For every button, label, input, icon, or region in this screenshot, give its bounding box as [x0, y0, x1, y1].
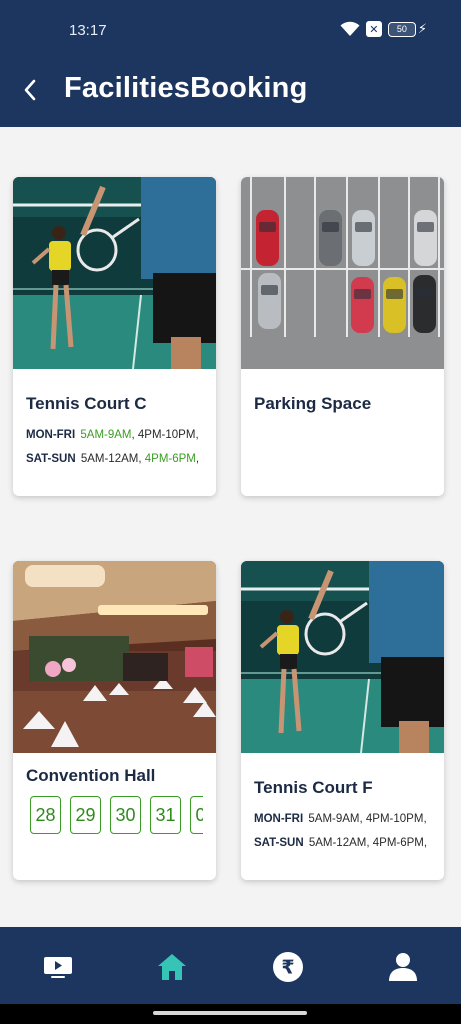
- tv-play-icon: [44, 957, 72, 978]
- rupee-icon: ₹: [273, 952, 303, 982]
- schedule-weekend: SAT-SUN 5AM-12AM, 4PM-6PM,: [26, 453, 200, 465]
- time-slot[interactable]: 5AM-12AM: [81, 453, 139, 465]
- time-slot[interactable]: 5AM-9AM: [308, 813, 359, 825]
- facility-card-parking-space[interactable]: Parking Space: [241, 177, 444, 496]
- facility-name: Tennis Court C: [26, 394, 147, 413]
- status-icons: ✕ 50 ⚡: [340, 21, 427, 37]
- date-chip[interactable]: 01: [190, 796, 203, 834]
- time-slot[interactable]: 4PM-10PM: [138, 429, 196, 441]
- schedule-day: MON-FRI: [26, 429, 76, 441]
- nav-profile[interactable]: [383, 947, 423, 987]
- schedule-weekday: MON-FRI 5AM-9AM, 4PM-10PM,: [26, 429, 199, 441]
- home-gesture-handle[interactable]: [153, 1011, 307, 1015]
- app-header: 13:17 ✕ 50 ⚡ FacilitiesBooking: [0, 0, 461, 127]
- nav-payments[interactable]: ₹: [268, 947, 308, 987]
- battery-level: 50: [387, 21, 416, 37]
- system-gesture-bar: [0, 1004, 461, 1024]
- time-slot[interactable]: 4PM-6PM: [145, 453, 196, 465]
- facility-name: Convention Hall: [26, 766, 156, 785]
- svg-text:₹: ₹: [281, 957, 294, 979]
- bottom-navigation: ₹: [0, 927, 461, 1004]
- facility-name: Tennis Court F: [254, 778, 373, 797]
- schedule-weekend: SAT-SUN 5AM-12AM, 4PM-6PM,: [254, 837, 428, 849]
- charging-icon: ⚡: [417, 21, 427, 36]
- schedule-weekday: MON-FRI 5AM-9AM, 4PM-10PM,: [254, 813, 427, 825]
- date-chip[interactable]: 29: [70, 796, 101, 834]
- wifi-icon: [340, 21, 360, 36]
- banquet-hall-photo: [13, 561, 216, 753]
- schedule-day: SAT-SUN: [26, 453, 76, 465]
- date-chip[interactable]: 28: [30, 796, 61, 834]
- facility-card-convention-hall[interactable]: Convention Hall 28 29 30 31 01: [13, 561, 216, 880]
- nav-home[interactable]: [152, 947, 192, 987]
- chevron-left-icon: [24, 79, 36, 101]
- back-button[interactable]: [14, 72, 46, 108]
- date-selector[interactable]: 28 29 30 31 01: [30, 796, 203, 836]
- schedule-day: SAT-SUN: [254, 837, 304, 849]
- no-sim-icon: ✕: [365, 21, 382, 37]
- home-icon: [158, 954, 186, 980]
- battery-indicator: 50 ⚡: [387, 21, 427, 37]
- status-time: 13:17: [69, 22, 107, 39]
- facility-name: Parking Space: [254, 394, 372, 413]
- status-bar: 13:17 ✕ 50 ⚡: [0, 0, 461, 60]
- nav-media[interactable]: [38, 947, 78, 987]
- time-slot[interactable]: 4PM-6PM: [373, 837, 424, 849]
- badminton-court-photo: [241, 561, 444, 753]
- time-slot[interactable]: 5AM-9AM: [80, 429, 131, 441]
- time-slot[interactable]: 4PM-10PM: [366, 813, 424, 825]
- facility-card-tennis-court-f[interactable]: Tennis Court F MON-FRI 5AM-9AM, 4PM-10PM…: [241, 561, 444, 880]
- time-slot[interactable]: 5AM-12AM: [309, 837, 367, 849]
- date-chip[interactable]: 30: [110, 796, 141, 834]
- person-icon: [389, 953, 417, 981]
- parking-lot-photo: [241, 177, 444, 369]
- badminton-court-photo: [13, 177, 216, 369]
- page-title: FacilitiesBooking: [64, 72, 308, 104]
- schedule-day: MON-FRI: [254, 813, 304, 825]
- facility-card-tennis-court-c[interactable]: Tennis Court C MON-FRI 5AM-9AM, 4PM-10PM…: [13, 177, 216, 496]
- date-chip[interactable]: 31: [150, 796, 181, 834]
